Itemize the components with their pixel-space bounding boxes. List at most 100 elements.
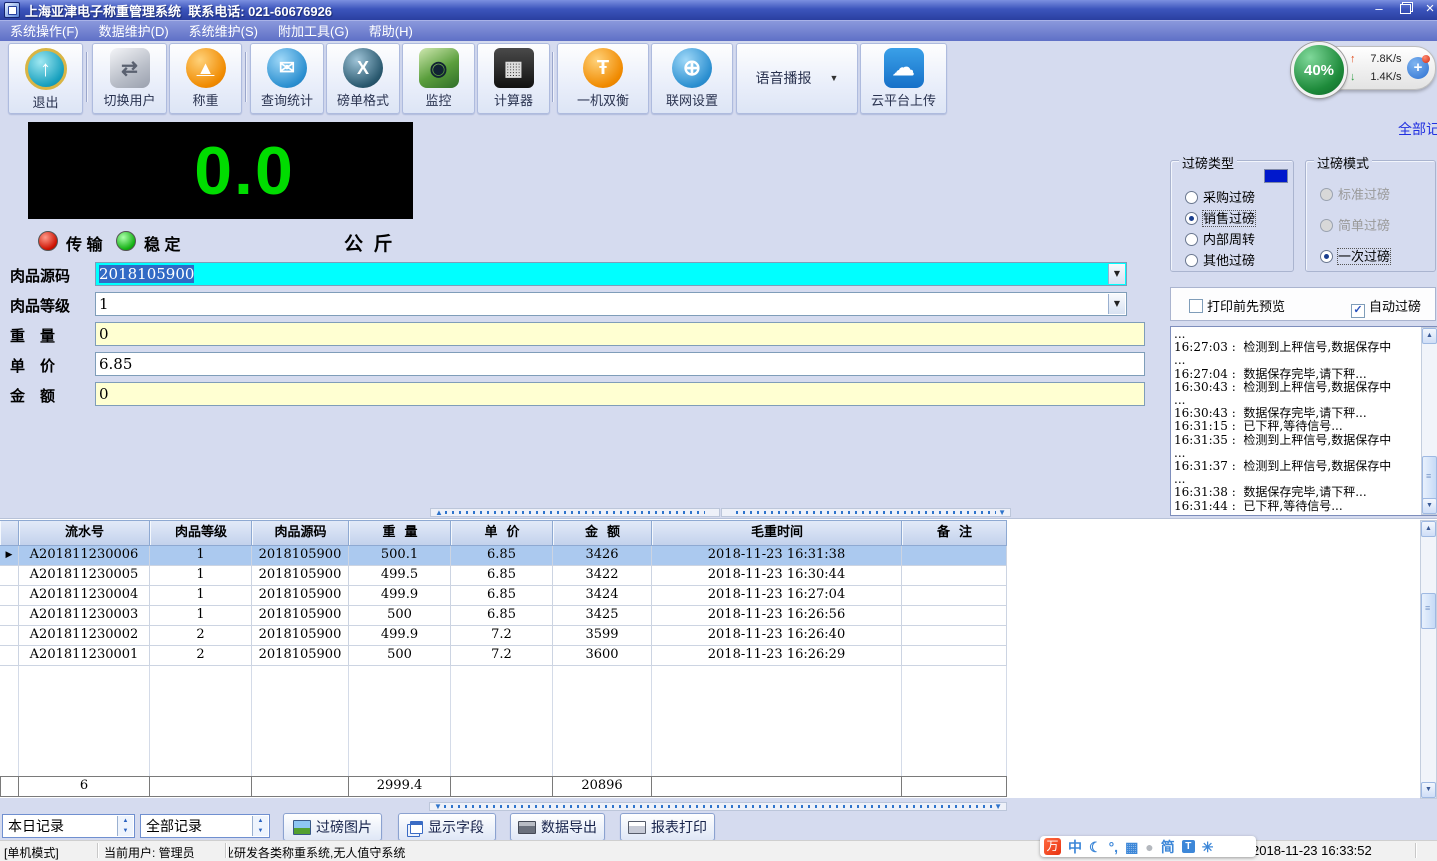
radio-icon[interactable] bbox=[1185, 212, 1198, 225]
button-data-export[interactable]: 数据导出 bbox=[510, 813, 605, 841]
punctuation-icon[interactable]: °, bbox=[1109, 838, 1119, 856]
radio-销售过磅[interactable]: 销售过磅 bbox=[1185, 208, 1257, 227]
cell: A201811230001 bbox=[19, 646, 150, 665]
form-row-2: 重 量 0 bbox=[0, 322, 1200, 348]
table-row-5[interactable]: A201811230001 2 2018105900 500 7.2 3600 2018-1… bbox=[0, 646, 1007, 666]
field-input-2[interactable]: 0 bbox=[95, 322, 1145, 346]
top-splitter-left[interactable]: ▲ bbox=[430, 508, 720, 517]
toolbar-button-voice-broadcast[interactable]: 语音播报 ▼ bbox=[736, 43, 858, 114]
table-row-0[interactable]: ▶ A201811230006 1 2018105900 500.1 6.85 3426 20… bbox=[0, 546, 1007, 566]
net-speed-widget[interactable]: 40% ↑ 7.8K/s ↓ 1.4K/s + bbox=[1291, 42, 1436, 98]
grid-scrollbar[interactable]: ▲ ▼ bbox=[1420, 520, 1437, 799]
top-splitter-right[interactable]: ▼ bbox=[721, 508, 1011, 517]
collapse-down-icon: ▼ bbox=[998, 508, 1006, 517]
moon-icon[interactable]: ☾ bbox=[1089, 838, 1102, 856]
radio-icon[interactable] bbox=[1185, 191, 1198, 204]
record-filter-combo-0[interactable]: 本日记录 ▲ ▼ bbox=[2, 814, 135, 838]
radio-icon[interactable] bbox=[1185, 233, 1198, 246]
minimize-button[interactable]: – bbox=[1368, 0, 1390, 18]
toolbar-button-switch-user[interactable]: ⇄ 切换用户 bbox=[92, 43, 167, 114]
column-header-8[interactable]: 备 注 bbox=[902, 521, 1007, 545]
field-input-1[interactable]: 1 ▼ bbox=[95, 292, 1127, 316]
column-header-3[interactable]: 肉品源码 bbox=[252, 521, 349, 545]
spin-up-icon[interactable]: ▲ bbox=[253, 816, 268, 826]
table-row-1[interactable]: A201811230005 1 2018105900 499.5 6.85 3422 201… bbox=[0, 566, 1007, 586]
menu-item-1[interactable]: 数据维护(D) bbox=[89, 22, 179, 41]
row-selector: ▶ bbox=[0, 546, 19, 565]
radio-icon[interactable] bbox=[1320, 250, 1333, 263]
simplified-icon[interactable]: 简 bbox=[1161, 838, 1175, 856]
grid-scroll-thumb[interactable] bbox=[1421, 593, 1436, 629]
button-show-fields[interactable]: 显示字段 bbox=[398, 813, 496, 841]
menu-item-0[interactable]: 系统操作(F) bbox=[0, 22, 89, 41]
toolbar-button-query-stats[interactable]: ✉ 查询统计 bbox=[250, 43, 324, 114]
log-scroll-thumb[interactable] bbox=[1422, 456, 1437, 502]
settings-gear-icon[interactable]: ✳ bbox=[1202, 838, 1214, 856]
all-records-link[interactable]: 全部记录 bbox=[1398, 119, 1437, 139]
checkbox-自动过磅[interactable]: ✓ 自动过磅 bbox=[1351, 296, 1421, 318]
field-input-4[interactable]: 0 bbox=[95, 382, 1145, 406]
radio-其他过磅[interactable]: 其他过磅 bbox=[1185, 250, 1255, 268]
toolbar-button-weigh[interactable]: ▲ 称重 bbox=[169, 43, 242, 114]
column-header-6[interactable]: 金 额 bbox=[553, 521, 652, 545]
column-header-1[interactable]: 流水号 bbox=[19, 521, 150, 545]
table-row-3[interactable]: A201811230003 1 2018105900 500 6.85 3425 2018-… bbox=[0, 606, 1007, 626]
radio-采购过磅[interactable]: 采购过磅 bbox=[1185, 187, 1255, 205]
scroll-down-icon[interactable]: ▼ bbox=[1421, 782, 1436, 798]
toolbar-button-calculator[interactable]: ▦ 计算器 bbox=[477, 43, 550, 114]
spin-up-icon[interactable]: ▲ bbox=[118, 816, 133, 826]
toolbar-button-cloud-upload[interactable]: ☁ 云平台上传 bbox=[860, 43, 947, 114]
checkbox-icon[interactable]: ✓ bbox=[1351, 304, 1365, 318]
column-header-4[interactable]: 重 量 bbox=[349, 521, 451, 545]
chinese-mode-icon[interactable]: 中 bbox=[1068, 838, 1082, 856]
menu-item-4[interactable]: 帮助(H) bbox=[359, 22, 423, 41]
radio-内部周转[interactable]: 内部周转 bbox=[1185, 229, 1255, 247]
table-row-2[interactable]: A201811230004 1 2018105900 499.9 6.85 3424 201… bbox=[0, 586, 1007, 606]
radio-一次过磅[interactable]: 一次过磅 bbox=[1320, 246, 1392, 265]
user-icon[interactable]: ● bbox=[1145, 838, 1153, 856]
log-line-12: 16:31:38 : 数据保存完毕,请下秤... bbox=[1174, 485, 1367, 500]
spinner-icon[interactable]: ▲ ▼ bbox=[117, 816, 133, 836]
restore-button[interactable] bbox=[1394, 0, 1416, 18]
toolbar-button-exit[interactable]: ↑ 退出 bbox=[8, 43, 83, 114]
toolbar-button-dual-scale[interactable]: Ŧ 一机双衡 bbox=[557, 43, 649, 114]
spinner-icon[interactable]: ▲ ▼ bbox=[252, 816, 268, 836]
table-row-4[interactable]: A201811230002 2 2018105900 499.9 7.2 3599 2018… bbox=[0, 626, 1007, 646]
button-weigh-photo[interactable]: 过磅图片 bbox=[283, 813, 382, 841]
checkbox-icon[interactable] bbox=[1189, 299, 1203, 313]
menu-item-3[interactable]: 附加工具(G) bbox=[268, 22, 359, 41]
row-selector bbox=[0, 606, 19, 625]
record-filter-combo-1[interactable]: 全部记录 ▲ ▼ bbox=[140, 814, 270, 838]
toolbar-button-monitor[interactable]: ◉ 监控 bbox=[402, 43, 475, 114]
keyboard-icon[interactable]: ▦ bbox=[1125, 838, 1138, 856]
combo-arrow-icon[interactable]: ▼ bbox=[1108, 264, 1125, 284]
column-header-5[interactable]: 单 价 bbox=[451, 521, 553, 545]
log-scrollbar[interactable]: ▲ ▼ bbox=[1421, 327, 1437, 515]
button-report-print[interactable]: 报表打印 bbox=[620, 813, 715, 841]
scroll-up-icon[interactable]: ▲ bbox=[1422, 328, 1437, 344]
field-input-3[interactable]: 6.85 bbox=[95, 352, 1145, 376]
cell: 1 bbox=[150, 566, 252, 585]
weight-value: 0.0 bbox=[194, 132, 295, 209]
toolbar-button-ticket-format[interactable]: X 磅单格式 bbox=[326, 43, 400, 114]
sogou-logo-icon[interactable]: 万 bbox=[1044, 838, 1061, 855]
checkbox-打印前先预览[interactable]: 打印前先预览 bbox=[1189, 296, 1285, 315]
log-line-1: 16:27:03 : 检测到上秤信号,数据保存中 bbox=[1174, 340, 1392, 355]
scroll-down-icon[interactable]: ▼ bbox=[1422, 498, 1437, 514]
close-button[interactable]: × bbox=[1419, 0, 1437, 18]
spin-down-icon[interactable]: ▼ bbox=[118, 826, 133, 836]
field-input-0[interactable]: 2018105900 ▼ bbox=[95, 262, 1127, 286]
cell: 1 bbox=[150, 586, 252, 605]
menu-item-2[interactable]: 系统维护(S) bbox=[179, 22, 268, 41]
column-header-7[interactable]: 毛重时间 bbox=[652, 521, 902, 545]
scroll-up-icon[interactable]: ▲ bbox=[1421, 521, 1436, 537]
toolbar-label-voice-broadcast: 语音播报 bbox=[755, 70, 812, 86]
radio-icon[interactable] bbox=[1185, 254, 1198, 267]
column-header-2[interactable]: 肉品等级 bbox=[150, 521, 252, 545]
spin-down-icon[interactable]: ▼ bbox=[253, 826, 268, 836]
toolbar-button-network-settings[interactable]: ⊕ 联网设置 bbox=[651, 43, 733, 114]
radio-label: 销售过磅 bbox=[1201, 210, 1257, 227]
collapse-up-icon: ▲ bbox=[435, 508, 443, 517]
combo-arrow-icon[interactable]: ▼ bbox=[1108, 294, 1125, 314]
skin-icon[interactable]: T bbox=[1181, 840, 1195, 853]
